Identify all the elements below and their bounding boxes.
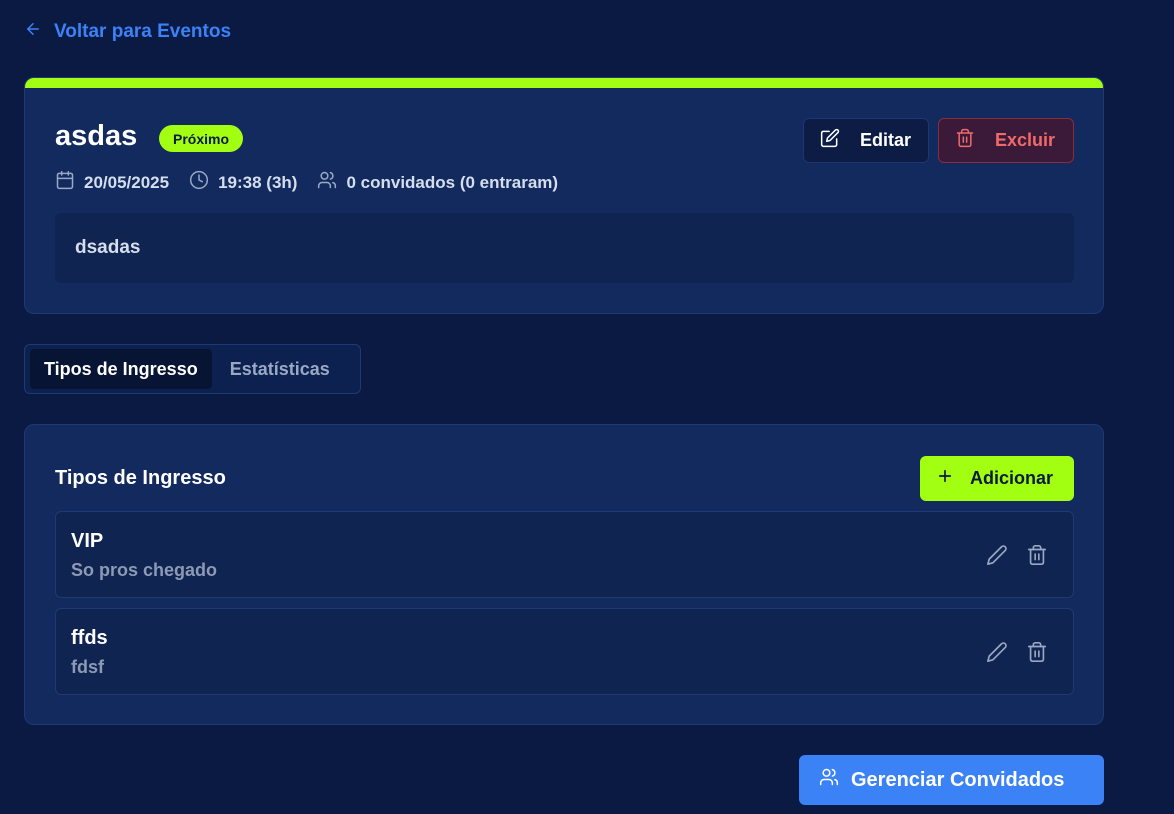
users-icon [819, 767, 839, 793]
manage-guests-label: Gerenciar Convidados [851, 768, 1065, 791]
clock-icon [189, 170, 209, 195]
ticket-types-title: Tipos de Ingresso [55, 467, 226, 489]
add-ticket-type-label: Adicionar [970, 468, 1054, 488]
back-to-events-link[interactable]: Voltar para Eventos [24, 20, 231, 44]
edit-event-button[interactable]: Editar [803, 118, 929, 163]
event-tabs: Tipos de Ingresso Estatísticas [24, 344, 361, 394]
ticket-type-item: ffds fdsf [55, 608, 1074, 695]
event-time-value: 19:38 (3h) [218, 172, 298, 192]
ticket-types-card: Tipos de Ingresso Adicionar VIP So pros … [24, 424, 1104, 725]
event-guests: 0 convidados (0 entraram) [317, 170, 558, 195]
tab-ticket-types[interactable]: Tipos de Ingresso [30, 349, 212, 389]
back-link-label: Voltar para Eventos [54, 21, 232, 42]
edit-icon [820, 128, 840, 153]
tab-statistics[interactable]: Estatísticas [216, 349, 344, 389]
event-meta: 20/05/2025 19:38 (3h) 0 convidados (0 en… [55, 170, 558, 195]
users-icon [317, 170, 337, 195]
delete-event-label: Excluir [995, 130, 1056, 150]
trash-icon[interactable] [1026, 641, 1048, 663]
event-card-accent-bar [25, 78, 1103, 88]
pencil-icon[interactable] [986, 544, 1008, 566]
event-description: dsadas [55, 213, 1074, 283]
plus-icon [936, 467, 954, 490]
pencil-icon[interactable] [986, 641, 1008, 663]
event-time: 19:38 (3h) [189, 170, 297, 195]
calendar-icon [55, 170, 75, 195]
ticket-type-name: ffds [71, 627, 108, 649]
arrow-left-icon [24, 20, 42, 44]
ticket-type-description: fdsf [71, 657, 104, 677]
event-guests-value: 0 convidados (0 entraram) [346, 172, 559, 192]
event-date: 20/05/2025 [55, 170, 169, 195]
manage-guests-button[interactable]: Gerenciar Convidados [799, 755, 1104, 805]
event-card: asdas Próximo 20/05/2025 19:38 (3h) 0 co… [24, 77, 1104, 314]
event-title: asdas [55, 120, 138, 152]
event-date-value: 20/05/2025 [84, 172, 170, 192]
trash-icon [955, 128, 975, 153]
ticket-type-description: So pros chegado [71, 560, 218, 580]
edit-event-label: Editar [860, 130, 912, 150]
ticket-type-name: VIP [71, 530, 104, 552]
trash-icon[interactable] [1026, 544, 1048, 566]
status-badge: Próximo [159, 125, 244, 152]
ticket-type-item: VIP So pros chegado [55, 511, 1074, 598]
delete-event-button[interactable]: Excluir [938, 118, 1074, 163]
add-ticket-type-button[interactable]: Adicionar [920, 456, 1074, 501]
